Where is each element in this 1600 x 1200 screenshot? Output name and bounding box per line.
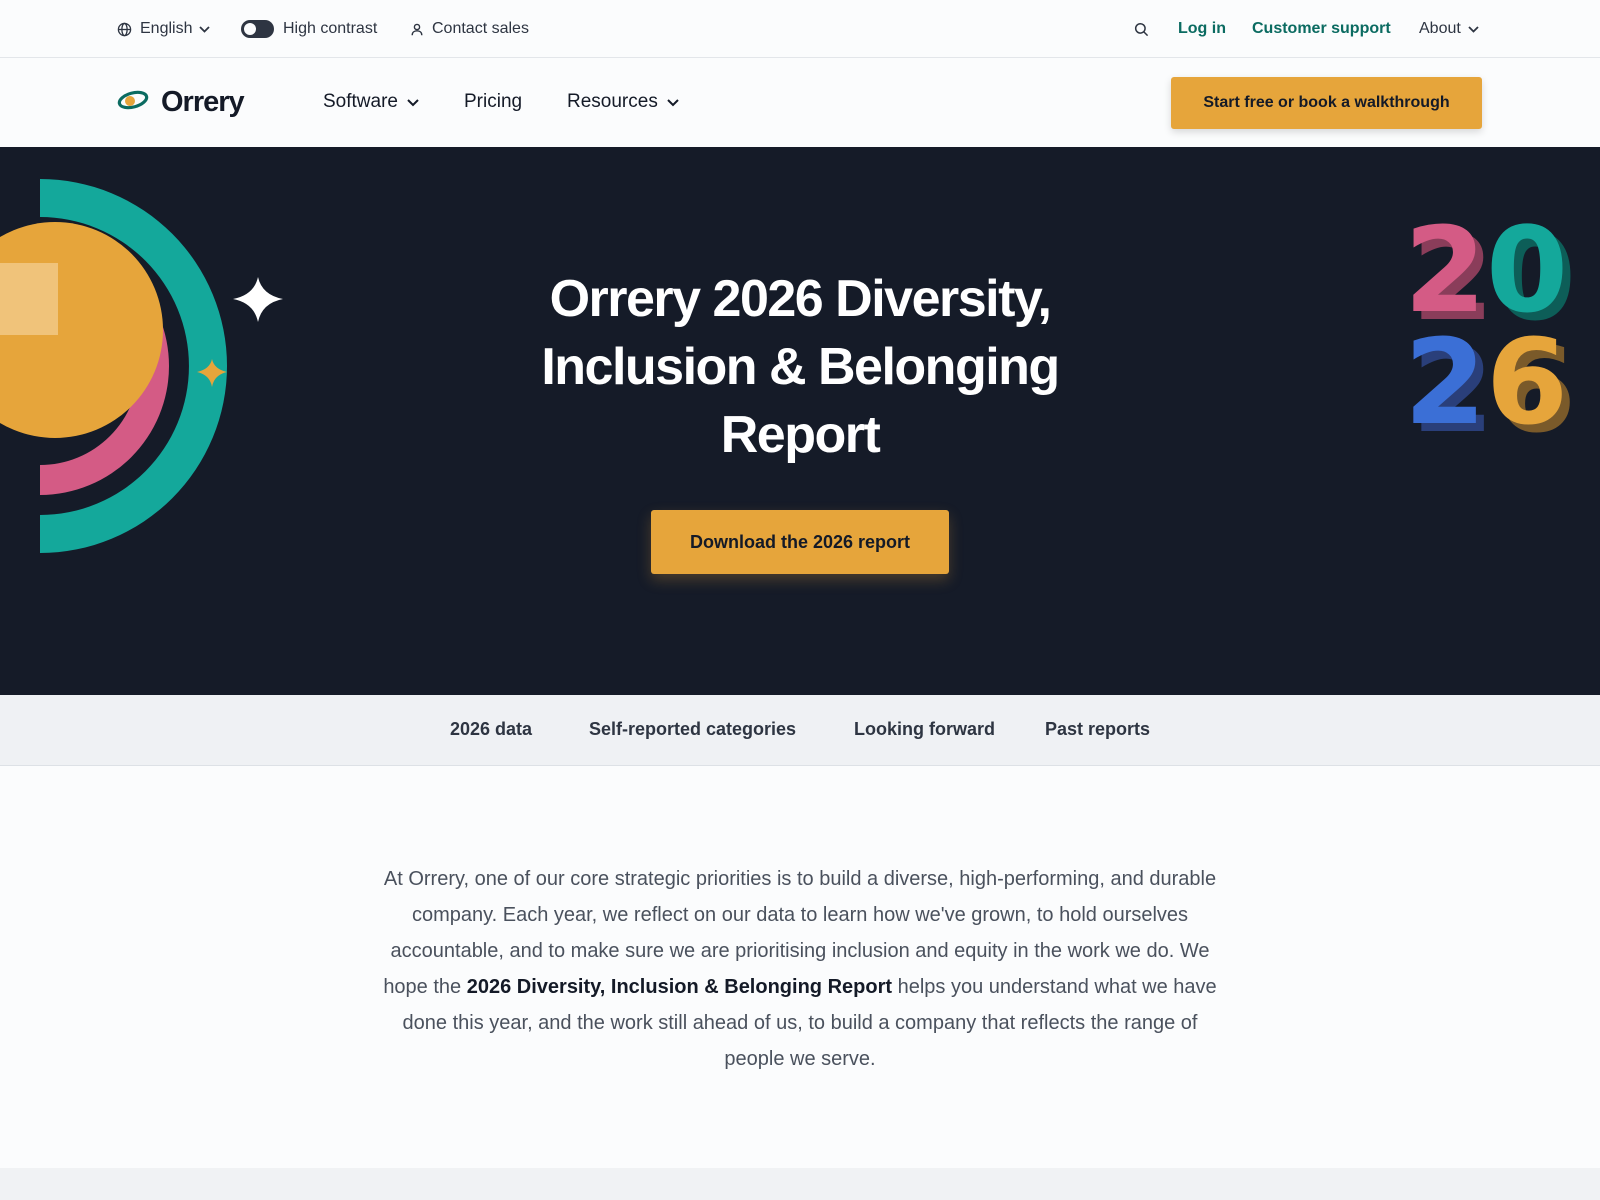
globe-icon [117,22,132,37]
language-label: English [140,20,193,37]
contact-sales-link[interactable]: Contact sales [411,18,529,40]
page-title: Orrery 2026 Diversity, Inclusion & Belon… [541,270,1060,464]
nav-resources-label: Resources [567,91,658,112]
intro-report-name: 2026 Diversity, Inclusion & Belonging Re… [466,976,893,998]
year-digit-4: 6 [1486,313,1568,447]
search-icon [1134,22,1149,37]
login-link[interactable]: Log in [1178,18,1226,40]
intro-paragraph: At Orrery, one of our core strategic pri… [370,861,1230,1077]
year-graphic: 2 2 0 0 2 2 6 6 [1400,201,1600,459]
year-digit-3: 2 [1404,313,1486,447]
download-report-button[interactable]: Download the 2026 report [651,510,949,574]
contact-sales-label: Contact sales [432,20,529,37]
nav-resources[interactable]: Resources [567,91,679,113]
hero-decorative-art [0,179,283,553]
high-contrast-label: High contrast [283,20,378,37]
footer-band [0,1168,1600,1200]
tab-2026-data[interactable]: 2026 data [450,719,532,740]
tab-past-reports[interactable]: Past reports [1045,719,1150,740]
nav-pricing[interactable]: Pricing [464,91,522,113]
tab-self-reported-categories[interactable]: Self-reported categories [589,719,796,740]
language-selector[interactable]: English [117,18,211,40]
high-contrast-toggle[interactable]: High contrast [241,18,377,40]
section-tabs: 2026 data Self-reported categories Looki… [0,695,1600,766]
customer-support-link[interactable]: Customer support [1252,18,1391,40]
utility-bar: English High contrast Contact sales Log … [0,0,1600,58]
chevron-down-icon [1468,25,1479,33]
start-free-button[interactable]: Start free or book a walkthrough [1171,77,1482,129]
nav-software-label: Software [323,91,398,112]
hero-banner: 2 2 0 0 2 2 6 6 Orrery 2026 Diversity, I… [0,147,1600,695]
toggle-icon[interactable] [241,20,274,38]
about-menu[interactable]: About [1419,18,1479,40]
orbit-logo-icon [117,89,149,116]
chevron-down-icon [199,25,211,33]
nav-software[interactable]: Software [323,91,419,113]
about-label: About [1419,20,1461,37]
brand-logo[interactable]: Orrery [117,86,245,119]
search-button[interactable] [1134,18,1149,40]
sparkle-icon [233,277,283,322]
brand-name: Orrery [161,86,245,118]
tab-looking-forward[interactable]: Looking forward [854,719,995,740]
main-navigation: Orrery Software Pricing Resources Start … [0,58,1600,147]
person-icon [411,23,432,36]
chevron-down-icon [407,91,419,113]
chevron-down-icon [667,91,679,113]
